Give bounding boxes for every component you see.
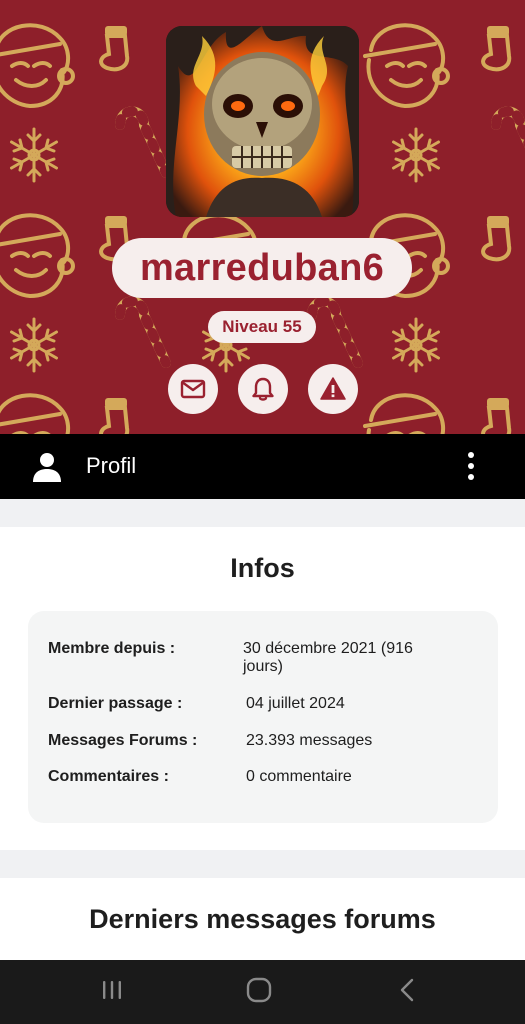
back-icon[interactable] bbox=[396, 977, 418, 1003]
profile-banner: marreduban6 Niveau 55 bbox=[0, 0, 525, 434]
recent-apps-icon[interactable] bbox=[100, 978, 124, 1002]
member-since-value-line2: jours) bbox=[243, 658, 284, 675]
follow-notifications-button[interactable] bbox=[238, 364, 288, 414]
infos-box: Membre depuis : 30 décembre 2021 (916 jo… bbox=[28, 611, 498, 823]
forum-messages-label: Messages Forums : bbox=[48, 732, 198, 749]
forum-messages-title: Derniers messages forums bbox=[89, 904, 436, 934]
username-badge: marreduban6 bbox=[112, 238, 412, 298]
bell-icon bbox=[252, 377, 274, 401]
username: marreduban6 bbox=[139, 246, 385, 289]
send-message-button[interactable] bbox=[168, 364, 218, 414]
last-visit-label: Dernier passage : bbox=[48, 695, 183, 712]
more-vertical-icon[interactable] bbox=[458, 451, 484, 481]
report-button[interactable] bbox=[308, 364, 358, 414]
forum-messages-card: Derniers messages forums bbox=[0, 878, 525, 960]
profile-avatar[interactable] bbox=[166, 26, 359, 217]
flaming-skull-image bbox=[166, 26, 359, 217]
system-navigation-bar bbox=[0, 960, 525, 1024]
mail-icon bbox=[180, 379, 206, 399]
warning-icon bbox=[320, 377, 346, 400]
member-since-label: Membre depuis : bbox=[48, 640, 176, 657]
last-visit-value: 04 juillet 2024 bbox=[246, 695, 345, 712]
member-since-value: 30 décembre 2021 (916 jours) bbox=[243, 640, 413, 676]
comments-value: 0 commentaire bbox=[246, 768, 352, 785]
infos-title: Infos bbox=[230, 553, 295, 583]
home-icon[interactable] bbox=[246, 977, 272, 1003]
infos-card: Infos Membre depuis : 30 décembre 2021 (… bbox=[0, 527, 525, 850]
forum-messages-value: 23.393 messages bbox=[246, 732, 373, 749]
comments-label: Commentaires : bbox=[48, 768, 169, 785]
page-title: Profil bbox=[86, 453, 137, 478]
user-icon bbox=[33, 453, 61, 482]
member-since-value-line1: 30 décembre 2021 (916 bbox=[243, 640, 413, 657]
level-badge: Niveau 55 bbox=[208, 311, 316, 343]
profile-top-bar: Profil bbox=[0, 434, 525, 499]
